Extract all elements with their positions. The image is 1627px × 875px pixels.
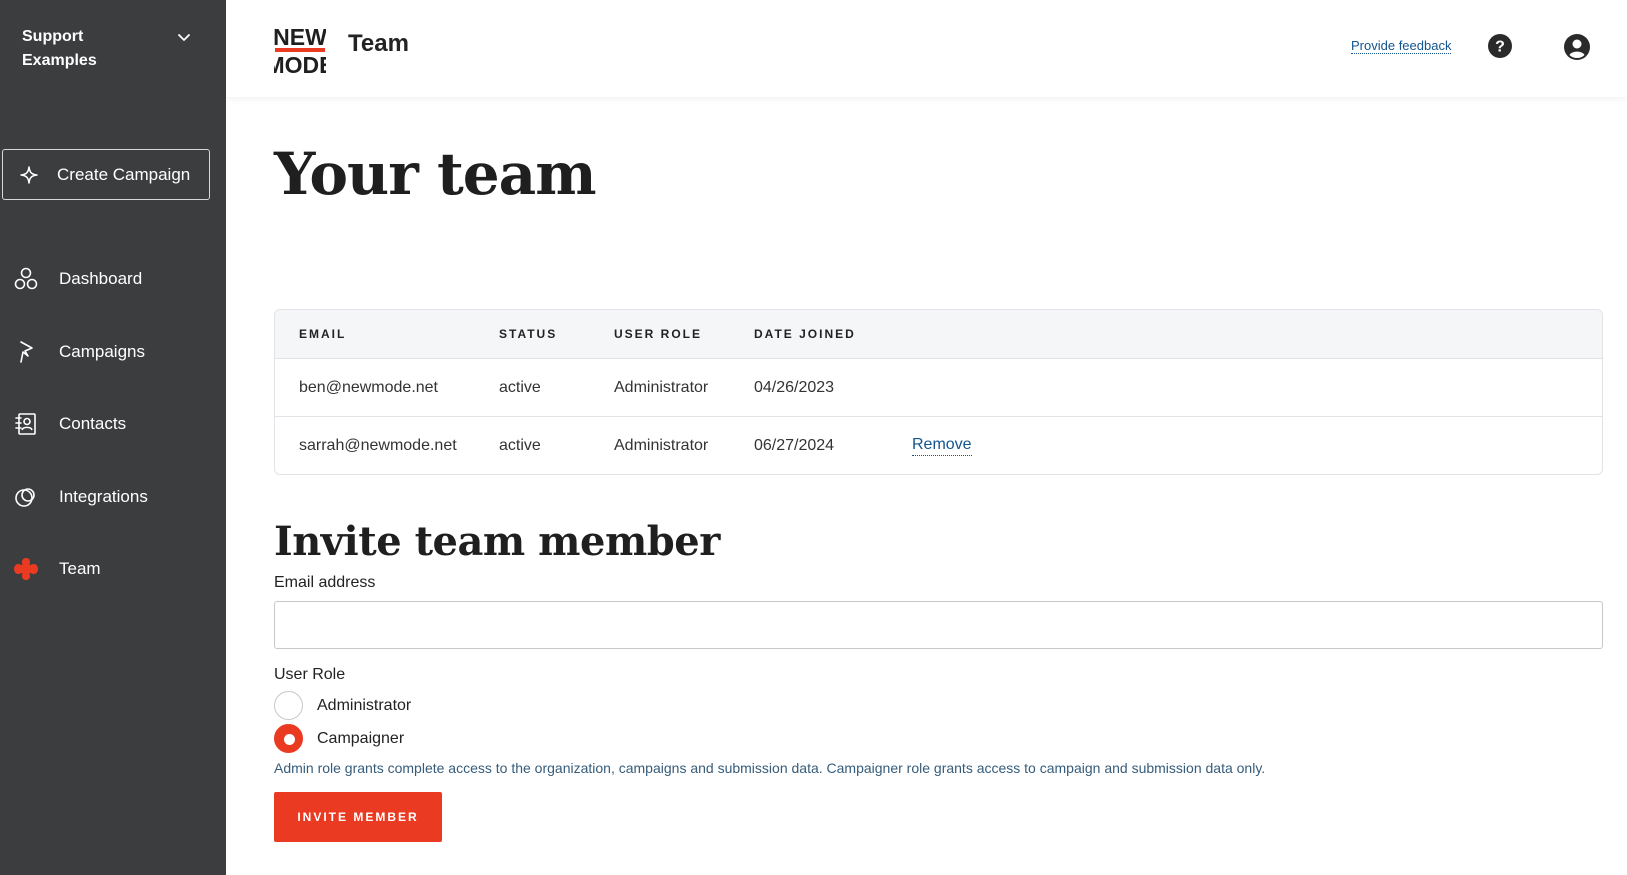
invite-member-button[interactable]: INVITE MEMBER (274, 792, 442, 842)
row-date-joined: 04/26/2023 (754, 378, 835, 396)
administrator-radio-label: Administrator (317, 696, 412, 714)
row-status: active (499, 378, 541, 396)
remove-member-link[interactable]: Remove (912, 435, 972, 456)
team-table: EMAIL STATUS USER ROLE DATE JOINED ben@n… (274, 309, 1603, 475)
svg-text:?: ? (1495, 39, 1505, 56)
column-header-date-joined: DATE JOINED (754, 327, 856, 341)
row-email: sarrah@newmode.net (299, 436, 457, 454)
provide-feedback-link[interactable]: Provide feedback (1351, 38, 1452, 54)
row-status: active (499, 436, 541, 454)
invite-section-title: Invite team member (274, 518, 720, 565)
sidebar-item-label: Integrations (59, 487, 148, 506)
create-campaign-label: Create Campaign (57, 164, 191, 184)
org-switcher[interactable]: Support Examples (22, 25, 192, 73)
table-row: ben@newmode.net active Administrator 04/… (275, 358, 1602, 416)
page-header-title: Team (348, 30, 409, 57)
help-icon[interactable]: ? (1488, 34, 1512, 58)
sidebar-item-campaigns[interactable]: Campaigns (0, 332, 226, 372)
integrations-icon (15, 488, 35, 507)
sidebar-item-label: Campaigns (59, 342, 145, 361)
email-address-input[interactable] (274, 601, 1603, 649)
top-header: NEW MODE Team Provide feedback ? (226, 0, 1627, 97)
row-date-joined: 06/27/2024 (754, 436, 835, 454)
dashboard-icon (14, 267, 38, 290)
role-option-administrator[interactable]: Administrator (274, 691, 411, 720)
sparkle-icon (20, 165, 38, 184)
sidebar-item-label: Contacts (59, 414, 127, 433)
sidebar-item-integrations[interactable]: Integrations (0, 477, 226, 517)
org-name: Support Examples (22, 28, 97, 69)
campaigner-radio-label: Campaigner (317, 729, 405, 747)
table-row: sarrah@newmode.net active Administrator … (275, 416, 1602, 474)
user-role-label: User Role (274, 666, 346, 683)
role-help-text: Admin role grants complete access to the… (274, 760, 1266, 776)
sidebar-item-contacts[interactable]: Contacts (0, 404, 226, 444)
campaigns-icon (20, 341, 33, 363)
column-header-email: EMAIL (299, 327, 347, 341)
svg-text:NEW: NEW (274, 24, 326, 50)
sidebar-item-label: Dashboard (59, 269, 143, 288)
column-header-user-role: USER ROLE (614, 327, 703, 341)
create-campaign-button[interactable]: Create Campaign (2, 149, 210, 200)
user-account-icon[interactable] (1564, 34, 1590, 60)
newmode-logo: NEW MODE (274, 24, 326, 74)
sidebar-item-dashboard[interactable]: Dashboard (0, 259, 226, 299)
campaigner-radio[interactable] (274, 724, 303, 753)
svg-text:MODE: MODE (274, 52, 326, 74)
sidebar-item-label: Team (59, 559, 101, 578)
email-address-label: Email address (274, 574, 376, 591)
role-option-campaigner[interactable]: Campaigner (274, 724, 404, 753)
team-icon (14, 558, 38, 580)
sidebar-item-team[interactable]: Team (0, 549, 226, 589)
chevron-down-icon (178, 34, 190, 41)
row-email: ben@newmode.net (299, 378, 438, 396)
row-role: Administrator (614, 378, 709, 396)
row-action: Remove (912, 417, 972, 474)
table-header-row: EMAIL STATUS USER ROLE DATE JOINED (275, 310, 1602, 358)
sidebar: Support Examples Create Campaign Dashboa… (0, 0, 226, 875)
page-title: Your team (274, 140, 597, 208)
column-header-status: STATUS (499, 327, 558, 341)
contacts-icon (15, 413, 36, 435)
administrator-radio[interactable] (274, 691, 303, 720)
row-role: Administrator (614, 436, 709, 454)
